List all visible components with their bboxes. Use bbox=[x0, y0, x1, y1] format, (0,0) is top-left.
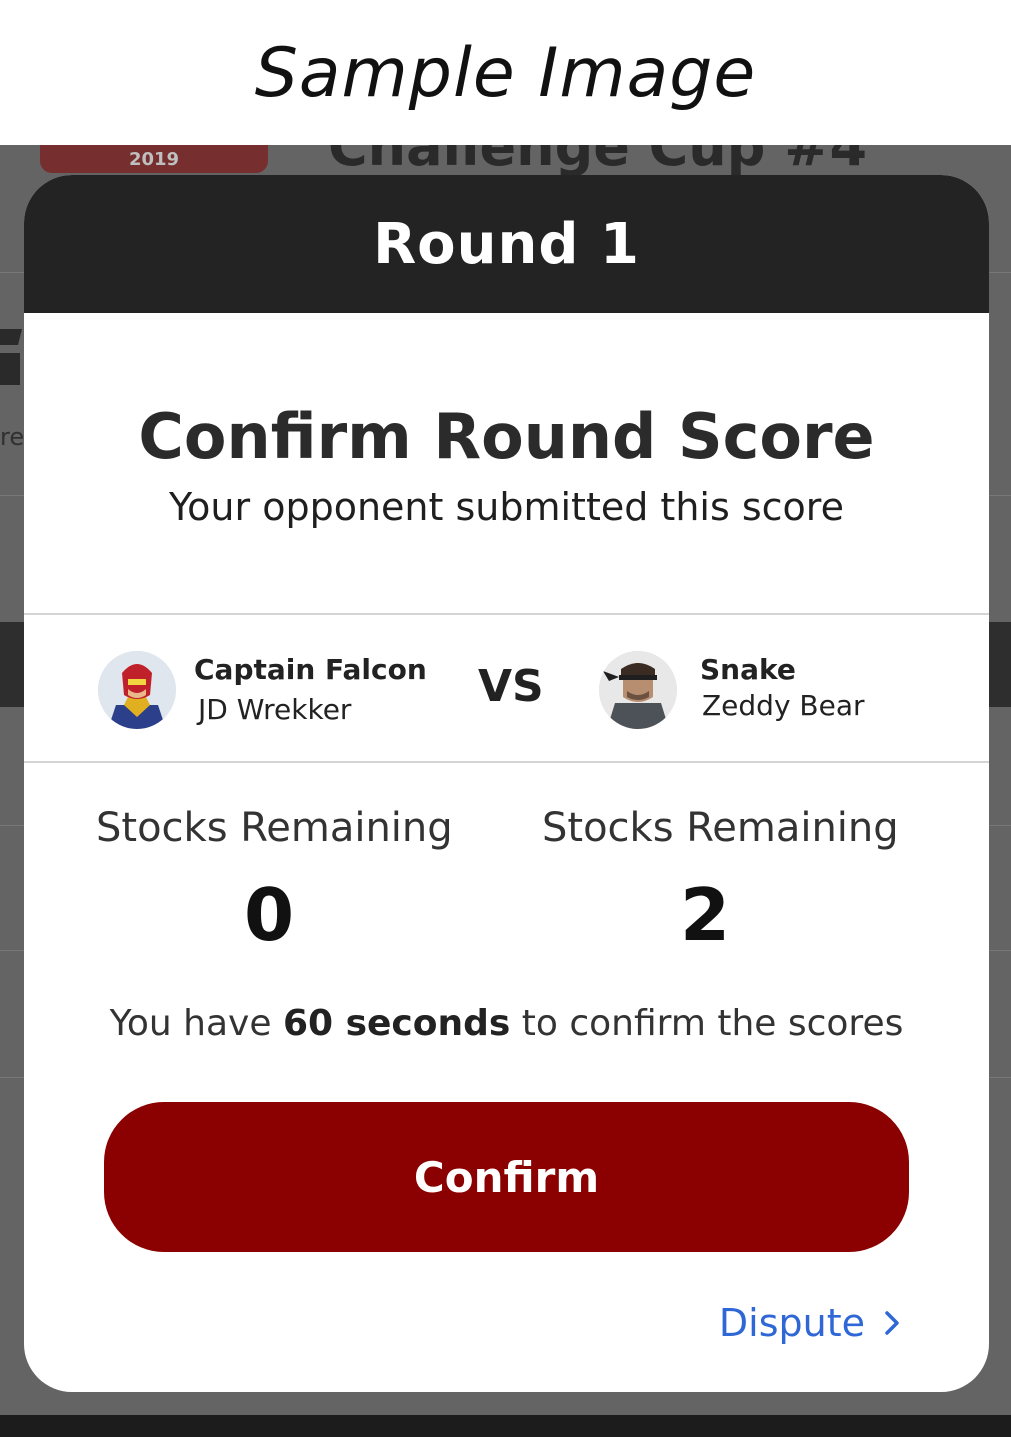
modal-header: Round 1 bbox=[24, 175, 989, 313]
chevron-right-icon bbox=[885, 1311, 899, 1335]
dispute-link[interactable]: Dispute bbox=[719, 1301, 905, 1345]
captain-falcon-avatar bbox=[98, 651, 176, 729]
confirm-title: Confirm Round Score bbox=[138, 400, 875, 473]
player1-character: Captain Falcon bbox=[194, 653, 427, 686]
timer-seconds: 60 seconds bbox=[282, 1003, 511, 1044]
player2-character: Snake bbox=[700, 653, 796, 686]
snake-avatar bbox=[599, 651, 677, 729]
player2-tag: Zeddy Bear bbox=[702, 689, 865, 722]
trophy-icon bbox=[0, 329, 22, 385]
confirm-subtitle: Your opponent submitted this score bbox=[169, 485, 844, 529]
player1-stocks-label: Stocks Remaining bbox=[96, 805, 453, 851]
player1-stocks-value: 0 bbox=[244, 873, 295, 957]
sample-title: Sample Image bbox=[254, 34, 757, 113]
timer-prefix: You have bbox=[109, 1003, 283, 1044]
event-logo-year: 2019 bbox=[128, 149, 180, 170]
stocks-section: Stocks Remaining 0 Stocks Remaining 2 Yo… bbox=[24, 763, 989, 1109]
player2-stocks-label: Stocks Remaining bbox=[542, 805, 899, 851]
sample-header: Sample Image bbox=[0, 0, 1011, 145]
dispute-label: Dispute bbox=[718, 1301, 865, 1345]
confirm-button[interactable]: Confirm bbox=[104, 1102, 909, 1252]
player1-tag: JD Wrekker bbox=[198, 693, 352, 726]
player2-stocks-value: 2 bbox=[680, 873, 731, 957]
confirm-section: Confirm Round Score Your opponent submit… bbox=[24, 313, 989, 613]
timer-suffix: to confirm the scores bbox=[510, 1003, 904, 1044]
confirm-score-modal: Round 1 Confirm Round Score Your opponen… bbox=[24, 175, 989, 1392]
vs-label: VS bbox=[478, 661, 544, 712]
confirm-timer-text: You have 60 seconds to confirm the score… bbox=[24, 1003, 989, 1044]
event-title: Challenge Cup #4 bbox=[328, 145, 868, 178]
sidebar-text: re bbox=[0, 423, 25, 451]
bottom-bar bbox=[0, 1415, 1011, 1437]
matchup-row: Captain Falcon JD Wrekker VS Snake Zeddy… bbox=[24, 615, 989, 761]
round-title: Round 1 bbox=[373, 211, 640, 277]
event-logo: 2019 bbox=[40, 145, 268, 173]
